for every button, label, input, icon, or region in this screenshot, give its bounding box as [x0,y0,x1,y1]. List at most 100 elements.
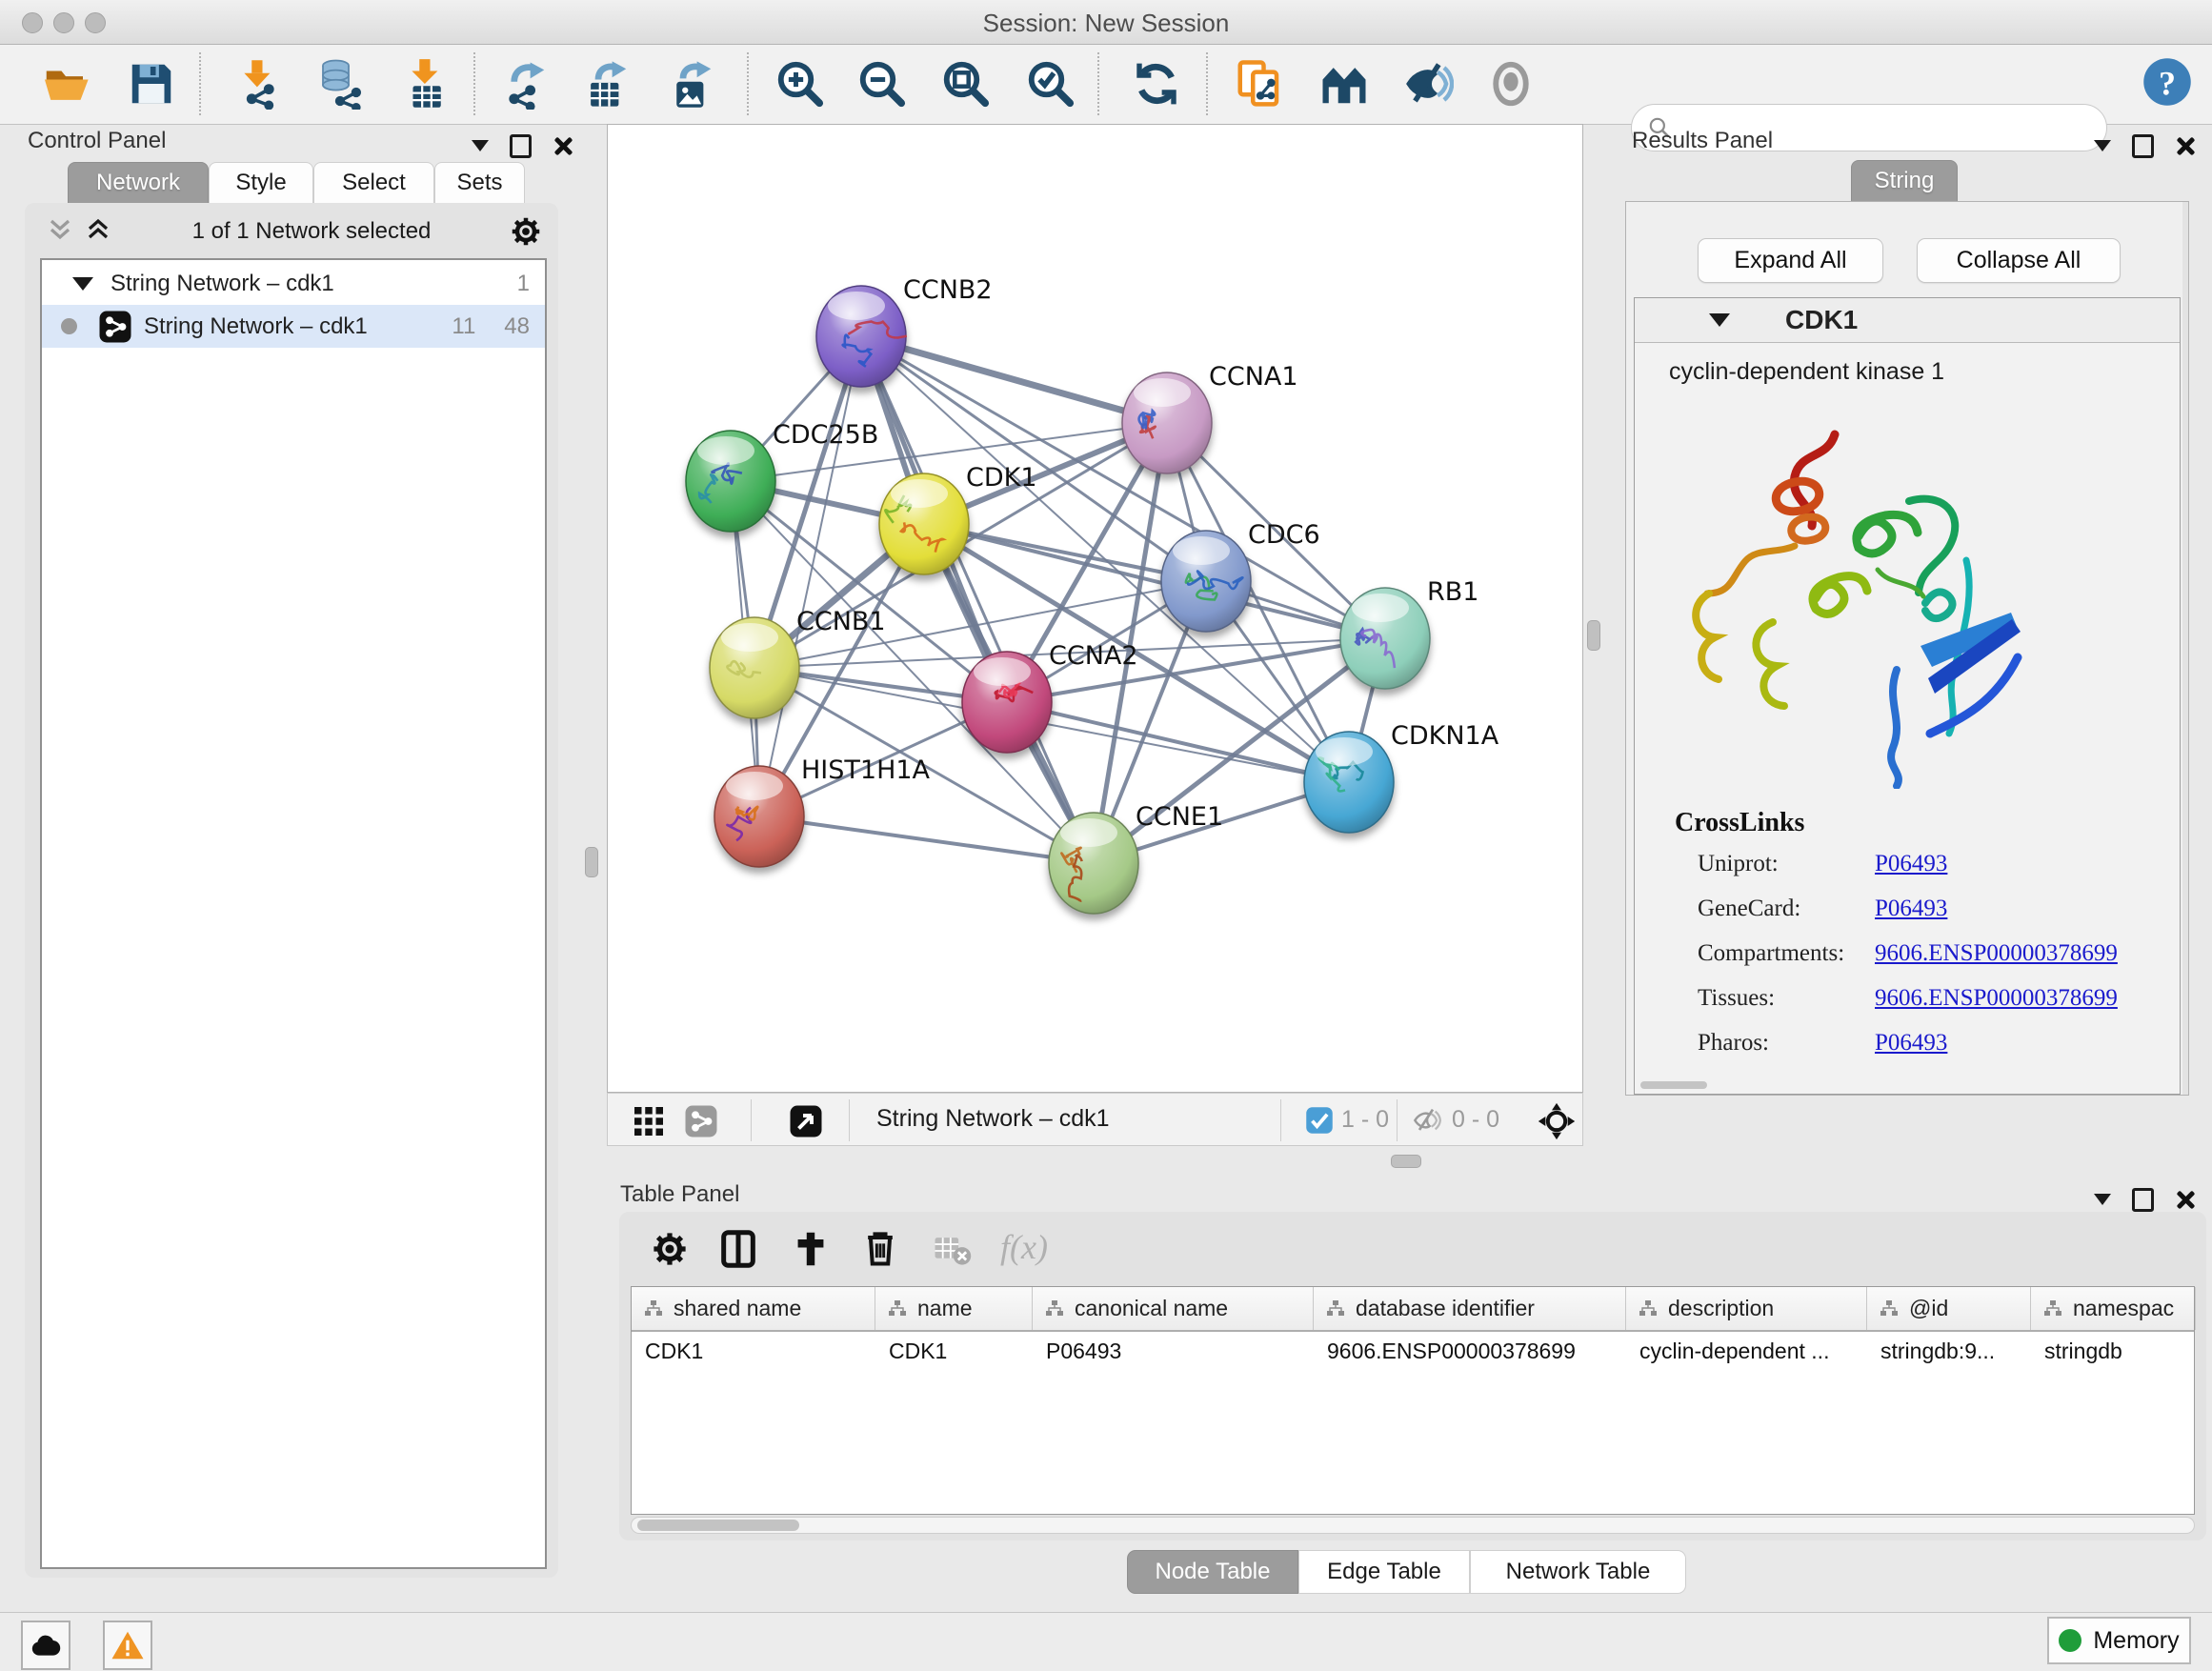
help-icon[interactable]: ? [2142,56,2193,108]
table-cell[interactable]: CDK1 [632,1330,875,1372]
expand-all-button[interactable]: Expand All [1698,238,1883,283]
node-HIST1H1A[interactable]: HIST1H1A [714,755,931,867]
table-horizontal-scrollbar[interactable] [631,1517,2195,1534]
node-CCNA1[interactable]: CCNA1 [1122,362,1298,473]
crosslink-link[interactable]: P06493 [1875,851,1947,877]
results-tab-string[interactable]: String [1851,160,1958,202]
collapse-all-networks-icon[interactable] [44,217,76,246]
zoom-out-icon[interactable] [856,58,908,110]
crosslink-link[interactable]: 9606.ENSP00000378699 [1875,940,2118,967]
panel-float-icon[interactable] [2132,1188,2154,1212]
crosslink-link[interactable]: 9606.ENSP00000378699 [1875,985,2118,1012]
create-column-icon[interactable] [789,1227,833,1271]
column-header-shared-name[interactable]: shared name [632,1287,875,1330]
collapse-all-button[interactable]: Collapse All [1917,238,2121,283]
gene-section-header[interactable]: CDK1 [1635,298,2180,343]
zoom-in-icon[interactable] [774,58,826,110]
network-graph[interactable]: CCNB2CCNA1CDC25BCDK1CDC6RB1CCNB1CCNA2CDK… [608,125,1582,1092]
node-CCNE1[interactable]: CCNE1 [1049,802,1223,914]
column-header-canonical-name[interactable]: canonical name [1033,1287,1314,1330]
panel-float-icon[interactable] [2132,134,2154,158]
open-file-icon[interactable] [40,58,91,110]
edge-HIST1H1A-CCNE1[interactable] [759,816,1094,863]
scrollbar-thumb[interactable] [637,1520,799,1531]
section-collapse-icon[interactable] [1709,313,1730,327]
selected-checkbox-icon[interactable] [1305,1106,1334,1135]
table-cell[interactable]: CDK1 [875,1330,1033,1372]
column-header-description[interactable]: description [1626,1287,1867,1330]
node-CDK1[interactable]: CDK1 [879,463,1037,574]
crosslink-link[interactable]: P06493 [1875,896,1947,922]
import-table-file-icon[interactable] [400,58,452,110]
first-neighbors-icon[interactable] [1318,58,1370,110]
pan-mode-icon[interactable] [1538,1102,1576,1140]
left-splitter-handle[interactable] [585,847,598,877]
tab-sets[interactable]: Sets [434,162,525,204]
tab-select[interactable]: Select [313,162,434,204]
cloud-status-button[interactable] [21,1621,70,1670]
export-image-icon[interactable] [666,58,717,110]
import-network-database-icon[interactable] [314,58,366,110]
panel-close-icon[interactable] [553,136,572,155]
table-cell[interactable]: 9606.ENSP00000378699 [1314,1330,1626,1372]
section-hscroll-thumb[interactable] [1640,1081,1707,1089]
delete-column-icon[interactable] [859,1227,901,1269]
new-network-from-selection-icon[interactable] [1234,58,1285,110]
node-RB1[interactable]: RB1 [1340,577,1478,689]
expand-all-networks-icon[interactable] [82,217,114,246]
panel-menu-icon[interactable] [2094,140,2111,151]
grid-view-icon[interactable] [632,1104,666,1138]
node-table[interactable]: shared namenamecanonical namedatabase id… [631,1286,2195,1515]
export-network-icon[interactable] [499,58,551,110]
table-options-gear-icon[interactable] [650,1229,690,1269]
table-cell[interactable]: stringdb [2031,1330,2196,1372]
main-toolbar: ? [0,45,2212,125]
tab-network-table[interactable]: Network Table [1470,1550,1686,1594]
panel-menu-icon[interactable] [472,140,489,151]
birds-eye-view-icon[interactable] [789,1104,823,1138]
tab-node-table[interactable]: Node Table [1127,1550,1298,1594]
right-splitter-handle[interactable] [1587,620,1600,651]
table-cell[interactable]: cyclin-dependent ... [1626,1330,1867,1372]
edge-CCNB2-CCNA1[interactable] [861,336,1167,423]
tab-edge-table[interactable]: Edge Table [1298,1550,1470,1594]
import-network-file-icon[interactable] [232,58,284,110]
tab-style[interactable]: Style [209,162,313,204]
panel-close-icon[interactable] [2175,1190,2194,1209]
node-CCNB2[interactable]: CCNB2 [816,275,993,387]
cloud-icon [30,1633,62,1658]
table-cell[interactable]: stringdb:9... [1867,1330,2031,1372]
export-table-icon[interactable] [581,58,633,110]
network-canvas[interactable]: CCNB2CCNA1CDC25BCDK1CDC6RB1CCNB1CCNA2CDK… [607,124,1583,1093]
crosslink-link[interactable]: P06493 [1875,1030,1947,1057]
tab-network[interactable]: Network [68,162,209,204]
save-session-icon[interactable] [126,58,177,110]
memory-button[interactable]: Memory [2047,1617,2191,1664]
network-view-icon[interactable] [684,1104,718,1138]
column-header-name[interactable]: name [875,1287,1033,1330]
panel-float-icon[interactable] [510,134,532,158]
network-row[interactable]: String Network – cdk1 11 48 [42,305,545,348]
show-all-icon[interactable] [1485,58,1537,110]
table-cell[interactable]: P06493 [1033,1330,1314,1372]
refresh-layout-icon[interactable] [1131,58,1182,110]
column-header-namespac[interactable]: namespac [2031,1287,2196,1330]
horizontal-splitter-handle[interactable] [1391,1155,1421,1168]
node-CDKN1A[interactable]: CDKN1A [1304,721,1499,833]
warning-status-button[interactable] [103,1621,152,1670]
column-header-database-identifier[interactable]: database identifier [1314,1287,1626,1330]
node-CDC25B[interactable]: CDC25B [686,420,878,532]
hide-selected-icon[interactable] [1402,58,1454,110]
column-header--id[interactable]: @id [1867,1287,2031,1330]
edge-CCNB2-HIST1H1A[interactable] [759,336,861,816]
collection-expand-icon[interactable] [72,277,93,291]
zoom-selected-icon[interactable] [1025,58,1076,110]
edge-CCNA2-CDKN1A[interactable] [1007,702,1349,782]
column-type-icon [1879,1299,1900,1319]
network-options-gear-icon[interactable] [509,214,543,249]
zoom-fit-icon[interactable] [940,58,992,110]
network-collection-row[interactable]: String Network – cdk1 1 [42,262,545,305]
panel-menu-icon[interactable] [2094,1194,2111,1205]
show-column-icon[interactable] [716,1227,760,1271]
panel-close-icon[interactable] [2175,136,2194,155]
